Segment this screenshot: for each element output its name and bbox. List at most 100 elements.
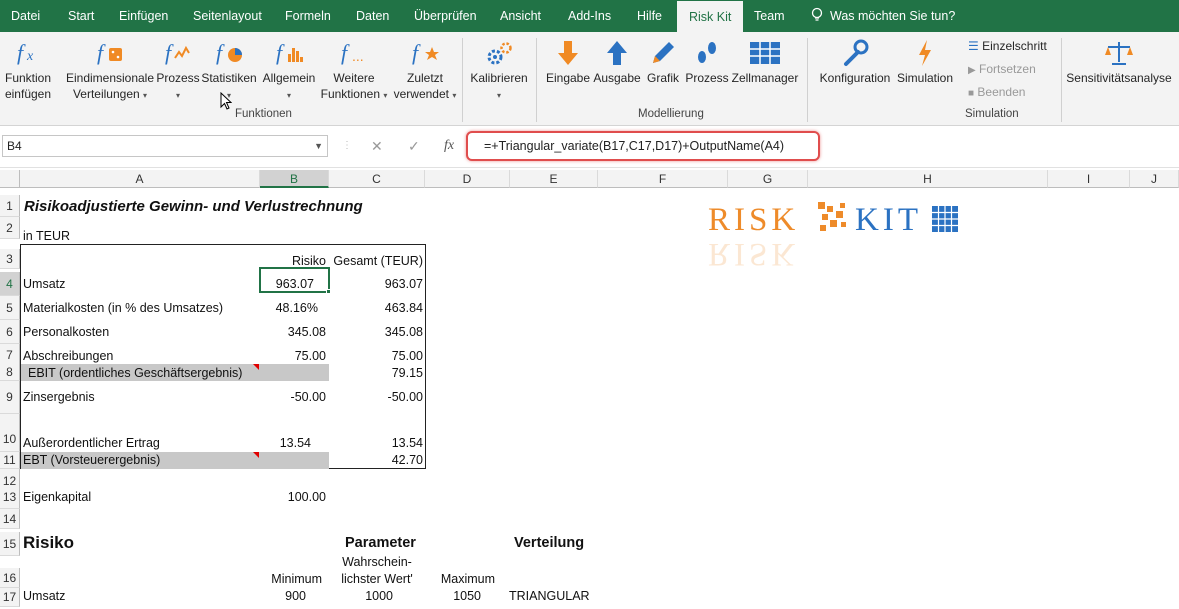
row-header-9[interactable]: 9 bbox=[0, 381, 20, 414]
value-umsatz-gesamt[interactable]: 963.07 bbox=[329, 277, 423, 291]
label-ebt[interactable]: EBT (Vorsteuerergebnis) bbox=[23, 453, 160, 467]
value-ao-ertrag-risiko[interactable]: 13.54 bbox=[260, 436, 311, 450]
row-header-17[interactable]: 17 bbox=[0, 588, 20, 607]
value-wahrscheinlich[interactable]: 1000 bbox=[329, 589, 393, 603]
output-button[interactable]: Ausgabe bbox=[592, 38, 642, 86]
process-model-button[interactable]: Prozess bbox=[684, 38, 730, 86]
row-header-5[interactable]: 5 bbox=[0, 296, 20, 320]
value-zinsergebnis-gesamt[interactable]: -50.00 bbox=[329, 390, 423, 404]
value-materialkosten-risiko[interactable]: 48.16% bbox=[260, 301, 318, 315]
single-step-button[interactable]: ☰ Einzelschritt bbox=[968, 38, 1047, 54]
column-header-b[interactable]: B bbox=[260, 170, 329, 188]
chevron-down-icon[interactable]: ▼ bbox=[314, 136, 323, 156]
formula-input[interactable]: =+Triangular_variate(B17,C17,D17)+Output… bbox=[466, 131, 820, 161]
row-header-14[interactable]: 14 bbox=[0, 509, 20, 529]
value-verteilung[interactable]: TRIANGULAR bbox=[509, 589, 590, 603]
label-zinsergebnis[interactable]: Zinsergebnis bbox=[23, 390, 95, 404]
row-header-10[interactable]: 10 bbox=[0, 414, 20, 452]
row-header-3[interactable]: 3 bbox=[0, 249, 20, 269]
header-wahrscheinlich-2[interactable]: lichster Wert' bbox=[329, 572, 425, 586]
confirm-icon[interactable]: ✓ bbox=[408, 138, 420, 155]
value-abschreibungen-risiko[interactable]: 75.00 bbox=[260, 349, 326, 363]
configuration-button[interactable]: Konfiguration bbox=[816, 38, 894, 86]
graphic-button[interactable]: Grafik bbox=[644, 38, 682, 86]
calibrate-button[interactable]: Kalibrieren ▾ bbox=[466, 38, 532, 104]
value-materialkosten-gesamt[interactable]: 463.84 bbox=[329, 301, 423, 315]
continue-button[interactable]: ▶ Fortsetzen bbox=[968, 61, 1036, 79]
column-header-h[interactable]: H bbox=[808, 170, 1048, 188]
header-gesamt[interactable]: Gesamt (TEUR) bbox=[329, 254, 423, 268]
process-functions-button[interactable]: f Prozess ▾ bbox=[156, 38, 200, 104]
value-ebt-gesamt[interactable]: 42.70 bbox=[329, 453, 423, 467]
row-header-6[interactable]: 6 bbox=[0, 320, 20, 344]
column-header-d[interactable]: D bbox=[425, 170, 510, 188]
column-header-g[interactable]: G bbox=[728, 170, 808, 188]
worksheet-grid[interactable]: A B C D E F G H I J 1 2 3 4 5 6 7 8 9 10… bbox=[0, 168, 1179, 609]
value-maximum[interactable]: 1050 bbox=[425, 589, 481, 603]
value-ao-ertrag-gesamt[interactable]: 13.54 bbox=[329, 436, 423, 450]
value-zinsergebnis-risiko[interactable]: -50.00 bbox=[260, 390, 326, 404]
sheet-title[interactable]: Risikoadjustierte Gewinn- und Verlustrec… bbox=[24, 198, 363, 215]
comment-indicator[interactable] bbox=[253, 452, 259, 458]
cancel-icon[interactable]: ✕ bbox=[371, 138, 383, 155]
unit-label[interactable]: in TEUR bbox=[23, 229, 70, 243]
row-header-15[interactable]: 15 bbox=[0, 532, 20, 556]
tab-hilfe[interactable]: Hilfe bbox=[637, 0, 662, 32]
row-header-2[interactable]: 2 bbox=[0, 217, 20, 239]
value-umsatz-risiko[interactable]: 963.07 bbox=[262, 277, 314, 291]
simulation-button[interactable]: Simulation bbox=[894, 38, 956, 86]
sensitivity-analysis-button[interactable]: Sensitivitätsanalyse bbox=[1066, 38, 1172, 86]
section-risiko[interactable]: Risiko bbox=[23, 533, 74, 553]
column-header-c[interactable]: C bbox=[329, 170, 425, 188]
row-header-11[interactable]: 11 bbox=[0, 452, 20, 469]
tab-datei[interactable]: Datei bbox=[11, 0, 40, 32]
value-abschreibungen-gesamt[interactable]: 75.00 bbox=[329, 349, 423, 363]
section-verteilung[interactable]: Verteilung bbox=[514, 535, 584, 551]
value-personalkosten-risiko[interactable]: 345.08 bbox=[260, 325, 326, 339]
value-minimum[interactable]: 900 bbox=[260, 589, 306, 603]
tab-team[interactable]: Team bbox=[754, 0, 785, 32]
header-wahrscheinlich-1[interactable]: Wahrschein- bbox=[329, 555, 425, 569]
row-header-13[interactable]: 13 bbox=[0, 485, 20, 509]
value-eigenkapital[interactable]: 100.00 bbox=[260, 490, 326, 504]
cell-manager-button[interactable]: Zellmanager bbox=[730, 38, 800, 86]
header-maximum[interactable]: Maximum bbox=[425, 572, 495, 586]
row-header-1[interactable]: 1 bbox=[0, 195, 20, 217]
header-minimum[interactable]: Minimum bbox=[260, 572, 322, 586]
tell-me-search[interactable]: Was möchten Sie tun? bbox=[810, 0, 955, 32]
label-personalkosten[interactable]: Personalkosten bbox=[23, 325, 109, 339]
name-box[interactable]: B4 ▼ bbox=[2, 135, 328, 157]
general-functions-button[interactable]: f Allgemein ▾ bbox=[258, 38, 320, 104]
tab-start[interactable]: Start bbox=[68, 0, 94, 32]
label-materialkosten[interactable]: Materialkosten (in % des Umsatzes) bbox=[23, 301, 223, 315]
row-header-8[interactable]: 8 bbox=[0, 364, 20, 381]
row-header-7[interactable]: 7 bbox=[0, 344, 20, 366]
tab-risk-kit[interactable]: Risk Kit bbox=[677, 0, 744, 32]
column-header-i[interactable]: I bbox=[1048, 170, 1130, 188]
label-ebit[interactable]: EBIT (ordentliches Geschäftsergebnis) bbox=[28, 366, 242, 380]
label-umsatz-risiko[interactable]: Umsatz bbox=[23, 589, 65, 603]
value-ebit-gesamt[interactable]: 79.15 bbox=[329, 366, 423, 380]
column-header-j[interactable]: J bbox=[1130, 170, 1179, 188]
comment-indicator[interactable] bbox=[253, 364, 259, 370]
column-header-a[interactable]: A bbox=[20, 170, 260, 188]
more-functions-button[interactable]: f... Weitere Funktionen ▾ bbox=[318, 38, 390, 104]
insert-function-button[interactable]: fx Funktion einfügen bbox=[2, 38, 54, 102]
input-button[interactable]: Eingabe bbox=[544, 38, 592, 86]
header-risiko[interactable]: Risiko bbox=[260, 254, 326, 268]
tab-ueberpruefen[interactable]: Überprüfen bbox=[414, 0, 477, 32]
select-all-corner[interactable] bbox=[0, 170, 20, 188]
tab-daten[interactable]: Daten bbox=[356, 0, 389, 32]
insert-function-icon[interactable]: fx bbox=[444, 138, 454, 154]
univariate-distributions-button[interactable]: f Eindimensionale Verteilungen ▾ bbox=[64, 38, 156, 104]
tab-einfuegen[interactable]: Einfügen bbox=[119, 0, 168, 32]
tab-seitenlayout[interactable]: Seitenlayout bbox=[193, 0, 262, 32]
label-ao-ertrag[interactable]: Außerordentlicher Ertrag bbox=[23, 436, 160, 450]
section-parameter[interactable]: Parameter bbox=[345, 535, 416, 551]
tab-ansicht[interactable]: Ansicht bbox=[500, 0, 541, 32]
column-header-f[interactable]: F bbox=[598, 170, 728, 188]
row-header-16[interactable]: 16 bbox=[0, 568, 20, 588]
column-header-e[interactable]: E bbox=[510, 170, 598, 188]
tab-add-ins[interactable]: Add-Ins bbox=[568, 0, 611, 32]
recently-used-button[interactable]: f Zuletzt verwendet ▾ bbox=[392, 38, 458, 104]
